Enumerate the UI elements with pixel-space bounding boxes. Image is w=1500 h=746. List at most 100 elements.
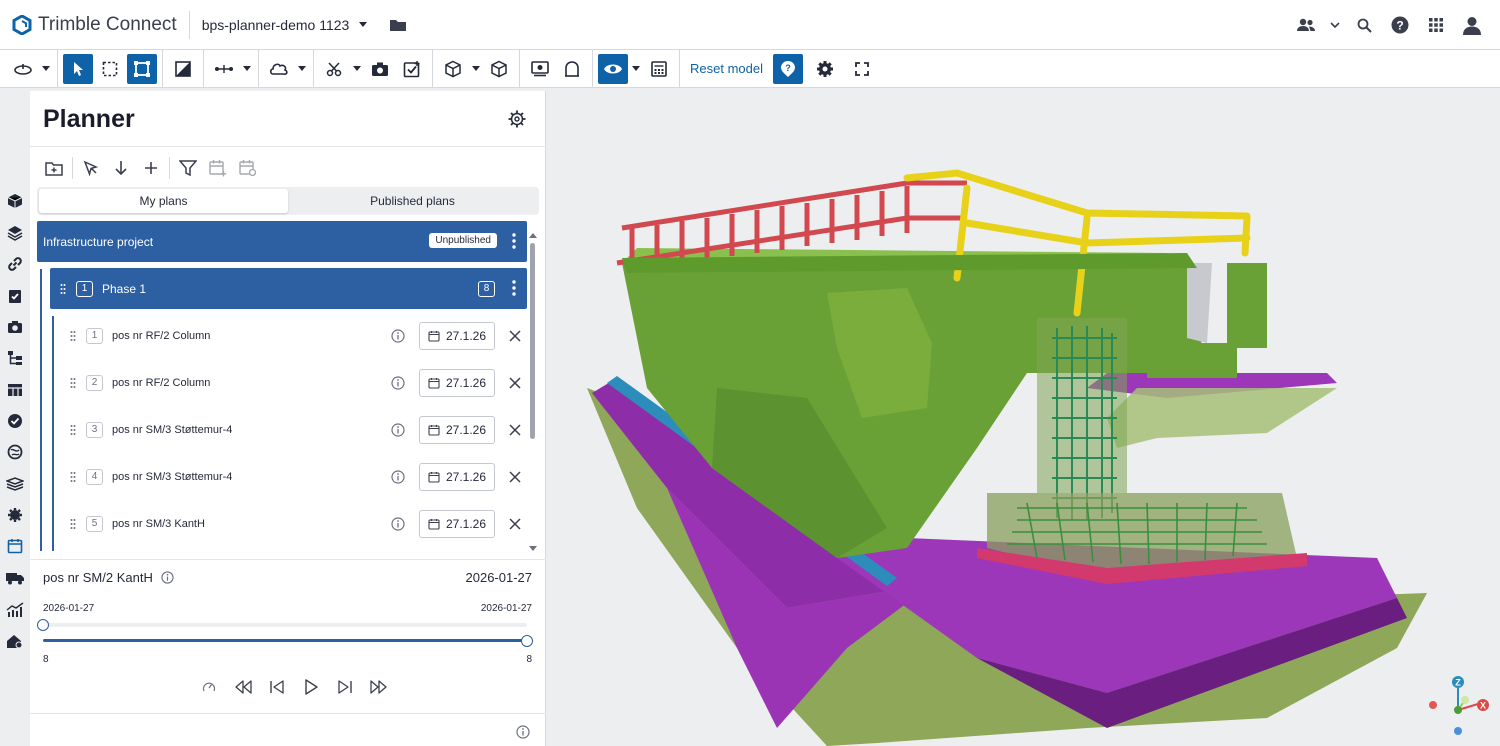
date-picker-button[interactable]: 27.1.26 [419, 509, 495, 538]
link-icon[interactable] [5, 254, 25, 274]
list-item[interactable]: 4 pos nr SM/3 Støttemur-4 27.1.26 [66, 456, 527, 497]
orbit-tool-icon[interactable] [8, 54, 38, 84]
visibility-eye-icon[interactable] [598, 53, 628, 84]
info-icon[interactable] [391, 328, 405, 343]
markup-dropdown-caret[interactable] [295, 54, 309, 84]
remove-close-icon[interactable] [507, 469, 523, 485]
skip-next-icon[interactable] [328, 675, 362, 699]
select-from-model-icon[interactable] [76, 155, 106, 181]
bim-model-render[interactable] [547, 88, 1500, 746]
move-down-icon[interactable] [106, 155, 136, 181]
fullscreen-icon[interactable] [847, 54, 877, 84]
user-avatar-icon[interactable] [1454, 7, 1490, 43]
users-icon[interactable] [1288, 7, 1324, 43]
info-icon[interactable] [391, 375, 405, 390]
scissors-icon[interactable] [319, 54, 349, 84]
tab-my-plans[interactable]: My plans [39, 189, 288, 213]
drag-handle-icon[interactable] [66, 377, 80, 389]
cube-view-icon[interactable] [438, 54, 468, 84]
stack-layers-icon[interactable] [5, 474, 25, 494]
measure-tool-icon[interactable] [209, 54, 239, 84]
scroll-down-arrow[interactable] [529, 546, 537, 551]
checklist-circle-icon[interactable] [5, 411, 25, 431]
home-settings-icon[interactable] [5, 631, 25, 651]
info-icon[interactable] [516, 725, 530, 739]
chevron-down-icon[interactable] [1324, 7, 1346, 43]
hierarchy-tree-icon[interactable] [5, 348, 25, 368]
help-icon[interactable]: ? [1382, 7, 1418, 43]
phase-menu-kebab-icon[interactable] [507, 278, 521, 298]
rewind-icon[interactable] [226, 675, 260, 699]
remove-close-icon[interactable] [507, 516, 523, 532]
date-picker-button[interactable]: 27.1.26 [419, 462, 495, 491]
model-browser-icon[interactable] [525, 54, 555, 84]
timeline-slider-track[interactable] [43, 639, 527, 642]
orbit-dropdown-caret[interactable] [39, 54, 53, 84]
planner-calendar-icon[interactable] [5, 536, 25, 556]
analytics-chart-icon[interactable] [5, 600, 25, 620]
markup-cloud-icon[interactable] [264, 54, 294, 84]
tab-published-plans[interactable]: Published plans [288, 189, 537, 213]
planner-settings-gear-icon[interactable] [507, 109, 527, 129]
date-picker-button[interactable]: 27.1.26 [419, 321, 495, 350]
plan-row[interactable]: Infrastructure project Unpublished [37, 221, 527, 262]
camera-icon[interactable] [5, 317, 25, 337]
layers-icon[interactable] [5, 223, 25, 243]
drag-handle-icon[interactable] [56, 283, 70, 295]
reset-model-button[interactable]: Reset model [684, 61, 769, 76]
date-picker-button[interactable]: 27.1.26 [419, 415, 495, 444]
box-select-icon[interactable] [95, 54, 125, 84]
apps-grid-icon[interactable] [1418, 7, 1454, 43]
folder-icon[interactable] [389, 18, 407, 32]
drag-handle-icon[interactable] [66, 471, 80, 483]
scroll-up-arrow[interactable] [529, 233, 537, 238]
plan-menu-kebab-icon[interactable] [507, 231, 521, 251]
remove-close-icon[interactable] [507, 422, 523, 438]
date-picker-button[interactable]: 27.1.26 [419, 368, 495, 397]
info-icon[interactable] [161, 571, 174, 584]
remove-close-icon[interactable] [507, 328, 523, 344]
list-item[interactable]: 2 pos nr RF/2 Column 27.1.26 [66, 362, 527, 403]
calendar-sync-icon[interactable] [233, 155, 263, 181]
globe-pin-icon[interactable] [5, 442, 25, 462]
transform-select-icon[interactable] [127, 53, 157, 84]
info-icon[interactable] [391, 516, 405, 531]
info-icon[interactable] [391, 422, 405, 437]
drag-handle-icon[interactable] [66, 518, 80, 530]
add-item-icon[interactable] [136, 155, 166, 181]
help-pin-icon[interactable]: ? [772, 53, 803, 84]
todo-clipboard-icon[interactable] [5, 286, 25, 306]
list-item[interactable]: 5 pos nr SM/3 KantH 27.1.26 [66, 503, 527, 544]
skip-previous-icon[interactable] [260, 675, 294, 699]
measure-dropdown-caret[interactable] [240, 54, 254, 84]
calendar-add-icon[interactable] [203, 155, 233, 181]
axis-gizmo[interactable]: Z X [1423, 672, 1493, 738]
list-item[interactable]: 3 pos nr SM/3 Støttemur-4 27.1.26 [66, 409, 527, 450]
list-item[interactable]: 1 pos nr RF/2 Column 27.1.26 [66, 315, 527, 356]
bell-arch-icon[interactable] [557, 54, 587, 84]
model-cube-icon[interactable] [5, 191, 25, 211]
drag-handle-icon[interactable] [66, 424, 80, 436]
add-folder-icon[interactable] [39, 155, 69, 181]
extension-gear-icon[interactable] [5, 505, 25, 525]
snapshot-camera-icon[interactable] [365, 54, 395, 84]
remove-close-icon[interactable] [507, 375, 523, 391]
search-icon[interactable] [1346, 7, 1382, 43]
timeline-slider-handle[interactable] [521, 635, 533, 647]
info-icon[interactable] [391, 469, 405, 484]
project-selector[interactable]: bps-planner-demo 1123 [202, 17, 368, 33]
select-tool-icon[interactable] [63, 53, 93, 84]
play-icon[interactable] [294, 675, 328, 699]
calculator-icon[interactable] [644, 54, 674, 84]
scrollbar-thumb[interactable] [530, 243, 535, 439]
view-dropdown-caret[interactable] [469, 54, 483, 84]
visibility-dropdown-caret[interactable] [629, 54, 643, 84]
trimble-connect-logo[interactable]: Trimble Connect [12, 14, 177, 36]
section-plane-icon[interactable] [168, 54, 198, 84]
phase-row[interactable]: 1 Phase 1 8 [50, 268, 527, 309]
3d-viewport[interactable] [547, 88, 1500, 746]
list-scrollbar[interactable] [528, 233, 538, 551]
date-range-start-handle[interactable] [37, 619, 49, 631]
clip-dropdown-caret[interactable] [350, 54, 364, 84]
fast-forward-icon[interactable] [362, 675, 396, 699]
